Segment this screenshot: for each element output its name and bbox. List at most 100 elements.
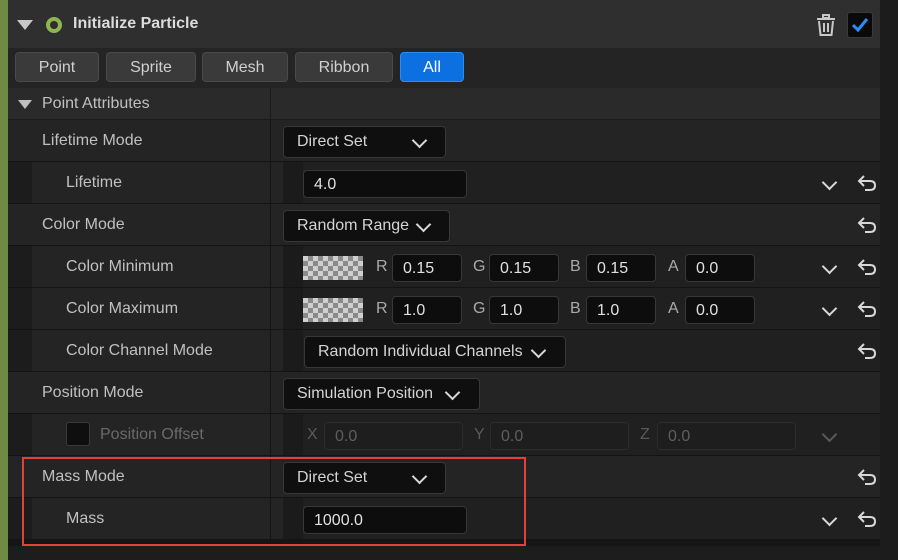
reset-arrow-icon[interactable] xyxy=(857,342,877,360)
filter-tabs: Point Sprite Mesh Ribbon All xyxy=(8,48,880,88)
property-label: Position Offset xyxy=(100,426,204,443)
row-color-channel-mode: Color Channel Mode Random Individual Cha… xyxy=(8,330,880,372)
panel-bottom xyxy=(8,546,880,560)
reset-arrow-icon[interactable] xyxy=(857,510,877,528)
column-divider xyxy=(270,88,271,119)
column-divider xyxy=(270,120,271,161)
position-offset-checkbox[interactable] xyxy=(66,422,90,446)
tab-ribbon[interactable]: Ribbon xyxy=(295,52,393,82)
indent-gutter xyxy=(8,288,32,329)
field-value: 0.0 xyxy=(501,428,524,445)
position-offset-x-field: 0.0 xyxy=(324,422,463,450)
section-label: Point Attributes xyxy=(42,95,150,112)
color-swatch[interactable] xyxy=(303,298,363,322)
field-value: 1.0 xyxy=(403,302,426,319)
reset-arrow-icon[interactable] xyxy=(857,300,877,318)
indent-gutter xyxy=(8,330,32,371)
position-offset-z-field: 0.0 xyxy=(657,422,796,450)
axis-label-a: A xyxy=(668,300,679,317)
field-value: 0.15 xyxy=(500,260,532,277)
color-min-b-field[interactable]: 0.15 xyxy=(586,254,656,282)
tab-point[interactable]: Point xyxy=(15,52,99,82)
trash-icon[interactable] xyxy=(814,13,838,37)
color-max-r-field[interactable]: 1.0 xyxy=(392,296,462,324)
checkmark-icon xyxy=(851,18,869,33)
column-divider xyxy=(270,414,271,455)
color-min-g-field[interactable]: 0.15 xyxy=(489,254,559,282)
row-lifetime: Lifetime 4.0 xyxy=(8,162,880,204)
field-value: 0.0 xyxy=(668,428,691,445)
dropdown-value: Random Range xyxy=(297,217,410,234)
highlight-box xyxy=(22,457,526,546)
row-color-maximum: Color Maximum R 1.0 G 1.0 B 1.0 A 0.0 xyxy=(8,288,880,330)
module-color-strip xyxy=(0,0,8,560)
row-color-minimum: Color Minimum R 0.15 G 0.15 B 0.15 A 0.0 xyxy=(8,246,880,288)
property-label: Position Mode xyxy=(42,384,144,401)
color-min-a-field[interactable]: 0.0 xyxy=(685,254,755,282)
indent-gutter xyxy=(8,162,32,203)
reset-arrow-icon[interactable] xyxy=(857,174,877,192)
color-max-b-field[interactable]: 1.0 xyxy=(586,296,656,324)
module-title: Initialize Particle xyxy=(73,15,199,32)
position-mode-dropdown[interactable]: Simulation Position xyxy=(283,378,480,410)
section-point-attributes[interactable]: Point Attributes xyxy=(8,88,880,120)
column-divider xyxy=(270,162,271,203)
tab-mesh[interactable]: Mesh xyxy=(202,52,288,82)
column-divider xyxy=(270,288,271,329)
color-swatch[interactable] xyxy=(303,256,363,280)
collapse-triangle-icon[interactable] xyxy=(18,100,32,109)
axis-label-g: G xyxy=(473,300,486,317)
chevron-down-icon xyxy=(444,384,461,401)
chevron-down-icon xyxy=(530,342,547,359)
axis-label-y: Y xyxy=(474,426,485,443)
collapse-triangle-icon[interactable] xyxy=(17,20,33,30)
value-area xyxy=(283,288,880,329)
property-label: Color Channel Mode xyxy=(66,342,213,359)
color-mode-dropdown[interactable]: Random Range xyxy=(283,210,450,242)
field-value: 0.15 xyxy=(403,260,435,277)
field-value: 0.15 xyxy=(597,260,629,277)
color-max-a-field[interactable]: 0.0 xyxy=(685,296,755,324)
row-position-mode: Position Mode Simulation Position xyxy=(8,372,880,414)
field-value: 0.0 xyxy=(335,428,358,445)
tab-sprite[interactable]: Sprite xyxy=(106,52,196,82)
axis-label-x: X xyxy=(307,426,318,443)
indent-gutter xyxy=(8,246,32,287)
row-lifetime-mode: Lifetime Mode Direct Set xyxy=(8,120,880,162)
color-max-g-field[interactable]: 1.0 xyxy=(489,296,559,324)
dropdown-value: Simulation Position xyxy=(297,385,434,402)
reset-arrow-icon[interactable] xyxy=(857,216,877,234)
property-label: Lifetime xyxy=(66,174,123,191)
ring-icon xyxy=(46,17,62,33)
reset-arrow-icon[interactable] xyxy=(857,468,877,486)
axis-label-g: G xyxy=(473,258,486,275)
reset-arrow-icon[interactable] xyxy=(857,258,877,276)
lifetime-field[interactable]: 4.0 xyxy=(303,170,467,198)
color-min-r-field[interactable]: 0.15 xyxy=(392,254,462,282)
property-label: Color Maximum xyxy=(66,300,179,317)
property-label: Color Mode xyxy=(42,216,125,233)
axis-label-a: A xyxy=(668,258,679,275)
chevron-down-icon xyxy=(411,132,428,149)
tab-all[interactable]: All xyxy=(400,52,464,82)
position-offset-y-field: 0.0 xyxy=(490,422,629,450)
row-color-mode: Color Mode Random Range xyxy=(8,204,880,246)
lifetime-mode-dropdown[interactable]: Direct Set xyxy=(283,126,446,158)
field-value: 1.0 xyxy=(500,302,523,319)
field-value: 0.0 xyxy=(696,302,719,319)
color-channel-mode-dropdown[interactable]: Random Individual Channels xyxy=(304,336,566,368)
axis-label-b: B xyxy=(570,258,581,275)
axis-label-z: Z xyxy=(640,426,650,443)
property-label: Color Minimum xyxy=(66,258,174,275)
field-value: 1.0 xyxy=(597,302,620,319)
field-value: 0.0 xyxy=(696,260,719,277)
column-divider xyxy=(270,372,271,413)
scrollbar[interactable] xyxy=(880,0,898,560)
property-label: Lifetime Mode xyxy=(42,132,143,149)
indent-gutter xyxy=(8,414,32,455)
axis-label-r: R xyxy=(376,300,388,317)
enable-checkbox[interactable] xyxy=(847,12,873,38)
row-position-offset: Position Offset X 0.0 Y 0.0 Z 0.0 xyxy=(8,414,880,456)
value-area xyxy=(283,246,880,287)
axis-label-b: B xyxy=(570,300,581,317)
